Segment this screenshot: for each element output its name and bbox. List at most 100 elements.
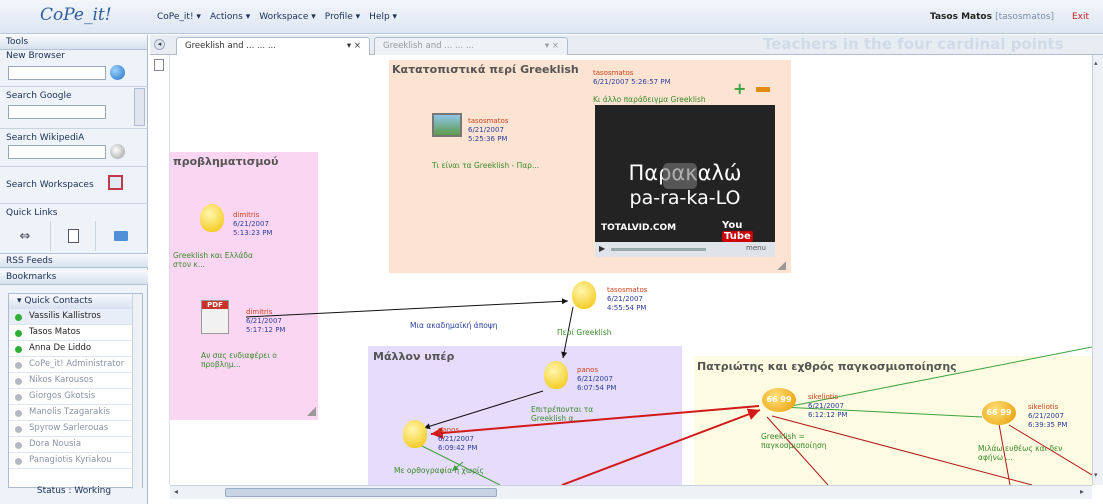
contact-row[interactable]: Manolis Tzagarakis	[9, 405, 142, 421]
lightbulb-icon[interactable]	[572, 281, 596, 309]
resize-handle-icon[interactable]	[307, 407, 316, 416]
node-time: 6:09:42 PM	[438, 444, 478, 452]
workspace-canvas[interactable]: προβληματισμού Κατατοπιστικά περί Greekl…	[170, 55, 1092, 485]
node-text[interactable]: Greeklish = παγκοσμιοποίηση	[761, 432, 841, 450]
workspace-search-icon[interactable]	[108, 175, 123, 190]
node-time: 5:26:57 PM	[631, 78, 671, 86]
browser-url-input[interactable]	[8, 66, 106, 80]
top-bar: CoPe_it! CoPe_it! ▾ Actions ▾ Workspace …	[0, 0, 1103, 34]
node-date: 6/21/2007	[593, 78, 629, 86]
divider	[0, 166, 148, 167]
node-text[interactable]: Με ορθογραφία ή χωρίς	[394, 466, 484, 475]
wikipedia-search-input[interactable]	[8, 145, 106, 159]
menu-help[interactable]: Help ▾	[369, 12, 397, 22]
wikipedia-globe-icon[interactable]	[110, 144, 125, 159]
collapse-sidebar-button[interactable]: ◂	[154, 39, 165, 50]
lightbulb-icon[interactable]	[403, 420, 427, 448]
menu-workspace[interactable]: Workspace ▾	[259, 12, 316, 22]
contact-row[interactable]: Dora Nousia	[9, 437, 142, 453]
lightbulb-icon[interactable]	[200, 204, 224, 232]
video-menu[interactable]: menu	[746, 244, 766, 252]
divider	[0, 203, 148, 204]
resize-handle-icon[interactable]	[777, 261, 786, 270]
user-name: Tasos Matos	[930, 12, 992, 22]
vertical-scrollbar[interactable]: ▴ ▾	[1092, 55, 1103, 485]
contact-row[interactable]: Spyrow Sarlerouas	[9, 421, 142, 437]
folder-icon[interactable]	[98, 221, 144, 251]
video-progress[interactable]	[611, 248, 706, 251]
offline-status-icon	[15, 362, 22, 369]
folder-shape	[114, 231, 128, 241]
node-author: panos	[438, 426, 460, 434]
app-logo[interactable]: CoPe_it!	[40, 5, 112, 25]
video-player[interactable]: Παρακαλώ pa-ra-ka-LO TOTALVID.COM You Tu…	[595, 105, 775, 257]
scroll-right-icon[interactable]: ▸	[1080, 487, 1084, 496]
node-meta: tasosmatos 6/21/2007 5:26:57 PM	[593, 69, 671, 87]
offline-status-icon	[15, 458, 22, 465]
plus-icon[interactable]: +	[733, 81, 747, 97]
contact-row[interactable]: CoPe_it! Administrator	[9, 357, 142, 373]
contact-row[interactable]: Nikos Karousos	[9, 373, 142, 389]
contact-name: CoPe_it! Administrator	[29, 359, 125, 369]
google-search-input[interactable]	[8, 105, 106, 119]
search-wikipedia-label: Search WikipediA	[6, 133, 85, 143]
globe-icon[interactable]	[110, 65, 125, 80]
menu-copeit[interactable]: CoPe_it! ▾	[157, 12, 201, 22]
tab-label: Greeklish and ... ... ...	[383, 41, 474, 51]
node-text[interactable]: Κι άλλο παράδειγμα Greeklish	[593, 95, 706, 104]
node-text[interactable]: Επιτρέπονται τα Greeklish α...	[531, 405, 621, 423]
rss-feeds-header[interactable]: RSS Feeds	[0, 253, 148, 268]
scroll-down-icon[interactable]: ▾	[1094, 471, 1098, 479]
contact-name: Tasos Matos	[29, 327, 81, 337]
speech-bubble-icon[interactable]: 66 99	[982, 401, 1016, 425]
contact-row[interactable]: Anna De Liddo	[9, 341, 142, 357]
node-text[interactable]: Τι είναι τα Greeklish - Παρ...	[432, 161, 542, 170]
scroll-thumb[interactable]	[225, 488, 497, 497]
main-menu: CoPe_it! ▾ Actions ▾ Workspace ▾ Profile…	[157, 12, 397, 22]
swap-arrows-icon[interactable]: ⇔	[2, 221, 48, 251]
contact-row[interactable]: Tasos Matos	[9, 325, 142, 341]
pdf-file-icon[interactable]: PDF	[201, 300, 229, 334]
play-icon[interactable]: ▶	[599, 244, 605, 253]
quick-contacts-header[interactable]: ▾ Quick Contacts	[9, 294, 142, 309]
page-icon[interactable]	[154, 59, 164, 71]
node-meta: dimitris 6/21/2007 5:13:23 PM	[233, 211, 272, 238]
speech-bubble-icon[interactable]: 66 99	[762, 388, 796, 412]
horizontal-scrollbar[interactable]: ◂ ▸	[170, 485, 1092, 499]
tools-header[interactable]: Tools	[0, 35, 147, 50]
node-text[interactable]: Περί Greeklish	[557, 328, 612, 337]
node-text[interactable]: Μιλάω ευθέως και δεν αφήνω ...	[978, 444, 1063, 462]
contact-name: Spyrow Sarlerouas	[29, 423, 109, 433]
link-arrow[interactable]	[245, 298, 569, 318]
tab-close-button[interactable]: ▾ ×	[347, 41, 361, 51]
link-line[interactable]	[766, 416, 829, 485]
contacts-scrollbar[interactable]	[132, 294, 142, 489]
link-arrow[interactable]	[423, 390, 544, 430]
bookmarks-header[interactable]: Bookmarks	[0, 270, 148, 285]
node-text[interactable]: Greeklish και Ελλάδα στον κ...	[173, 251, 273, 269]
search-workspaces-label: Search Workspaces	[6, 180, 94, 190]
exit-link[interactable]: Exit	[1072, 12, 1089, 22]
minus-icon[interactable]	[756, 87, 770, 92]
contact-row[interactable]: Panagiotis Kyriakou	[9, 453, 142, 469]
menu-actions[interactable]: Actions ▾	[210, 12, 250, 22]
google-scrollbar[interactable]	[134, 88, 145, 126]
new-document-icon[interactable]	[50, 221, 96, 251]
search-google-label: Search Google	[6, 91, 72, 101]
node-text[interactable]: Αν σας ενδιαφέρει ο προβλημ...	[201, 351, 311, 369]
play-button-icon[interactable]	[663, 163, 697, 189]
tab-close-button[interactable]: ▾ ×	[545, 41, 559, 51]
contact-name: Dora Nousia	[29, 439, 82, 449]
tab-greeklish-2[interactable]: Greeklish and ... ... ... ▾ ×	[374, 37, 568, 55]
contact-row[interactable]: Vassilis Kallistros	[9, 309, 142, 325]
lightbulb-icon[interactable]	[544, 361, 568, 389]
scroll-left-icon[interactable]: ◂	[174, 487, 178, 496]
scroll-up-icon[interactable]: ▴	[1094, 59, 1098, 67]
video-controls[interactable]: ▶ menu	[595, 242, 775, 257]
node-time: 4:55:54 PM	[607, 304, 647, 312]
tab-greeklish-1[interactable]: Greeklish and ... ... ... ▾ ×	[176, 37, 370, 55]
node-meta: sikeliotis 6/21/2007 6:39:35 PM	[1028, 403, 1067, 430]
menu-profile[interactable]: Profile ▾	[325, 12, 360, 22]
document-thumbnail-icon[interactable]	[432, 113, 462, 137]
contact-row[interactable]: Giorgos Gkotsis	[9, 389, 142, 405]
